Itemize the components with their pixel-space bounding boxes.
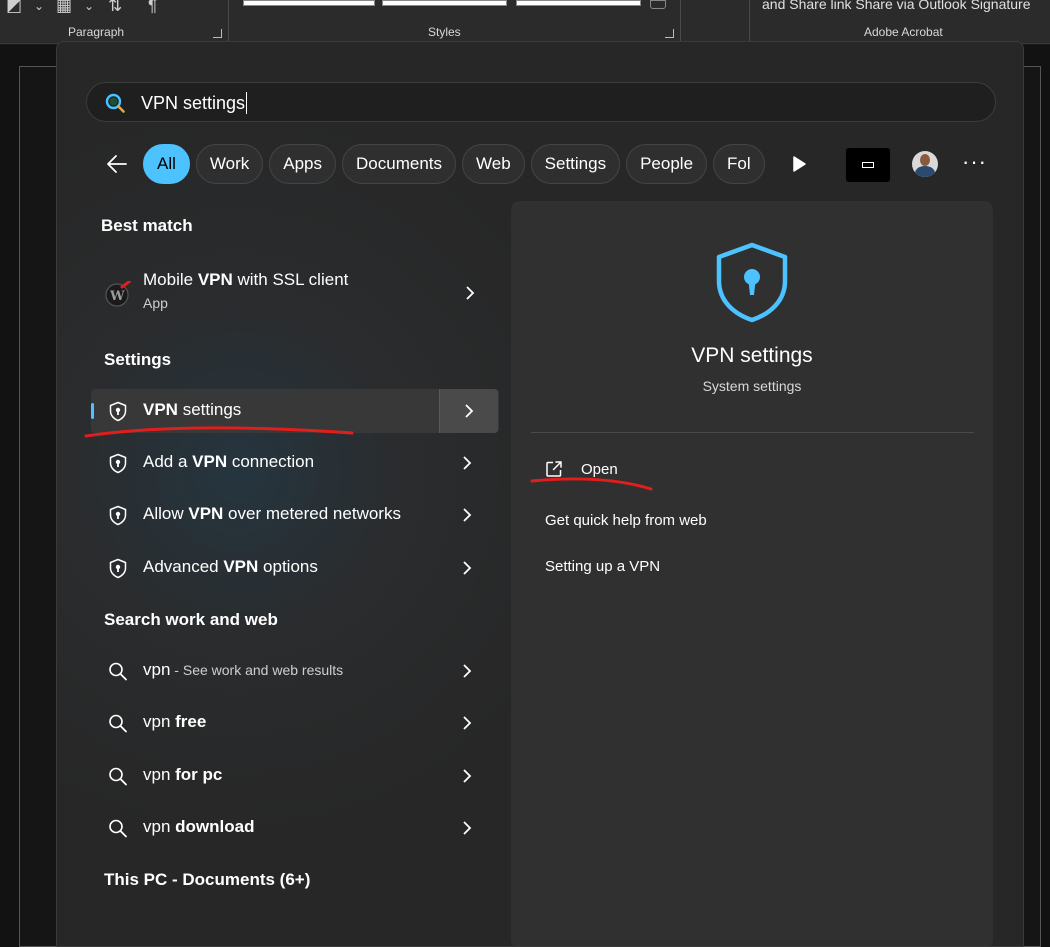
best-match-result[interactable]: W Mobile VPN with SSL client App (91, 260, 499, 326)
pilcrow-icon[interactable]: ¶ (148, 0, 157, 16)
open-external-icon (546, 461, 562, 477)
detail-divider (531, 432, 974, 433)
chevron-right-icon[interactable] (462, 455, 472, 471)
result-label: vpn - See work and web results (143, 660, 344, 679)
web-result-vpn-for-pc[interactable]: vpn for pc (91, 754, 499, 798)
open-action[interactable]: Open (581, 461, 618, 478)
filter-chip-work[interactable]: Work (195, 144, 264, 184)
filter-chip-all[interactable]: All (143, 144, 190, 184)
paragraph-group-label: Paragraph (68, 25, 125, 39)
chevron-right-icon[interactable] (462, 507, 472, 523)
search-icon (109, 767, 127, 786)
chevron-right-icon[interactable] (462, 715, 472, 731)
detail-panel: VPN settings System settings Open Get qu… (511, 201, 993, 946)
search-input[interactable]: VPN settings (86, 82, 996, 122)
style-gallery-item[interactable] (243, 0, 375, 6)
sort-icon[interactable]: ⇅ (108, 0, 122, 16)
styles-group-label: Styles (428, 25, 461, 39)
chevron-down-icon[interactable]: ⌄ (84, 0, 94, 13)
settings-result-advanced-vpn[interactable]: Advanced VPN options (91, 546, 499, 590)
acrobat-commands[interactable]: and Share link Share via Outlook Signatu… (762, 0, 1031, 12)
dialog-launcher-icon[interactable] (665, 29, 674, 38)
web-result-vpn-download[interactable]: vpn download (91, 806, 499, 850)
back-arrow-icon[interactable] (105, 152, 129, 176)
result-label: vpn free (143, 712, 207, 731)
chevron-right-icon[interactable] (465, 285, 475, 301)
web-result-vpn[interactable]: vpn - See work and web results (91, 649, 499, 693)
borders-icon[interactable]: ▦ (56, 0, 72, 16)
avatar-body (915, 166, 935, 177)
shield-icon (109, 453, 127, 474)
best-match-type: App (143, 295, 168, 311)
watchguard-app-icon: W (105, 281, 131, 307)
chevron-down-icon[interactable]: ⌄ (34, 0, 44, 13)
filter-chip-people[interactable]: People (626, 144, 708, 184)
keyboard-icon (862, 162, 874, 168)
result-label: Allow VPN over metered networks (143, 504, 401, 523)
dialog-launcher-icon[interactable] (213, 29, 222, 38)
search-flyout: VPN settings All Work Apps Documents Web… (56, 41, 1024, 947)
filter-chip-settings[interactable]: Settings (530, 144, 621, 184)
chevron-right-icon[interactable] (462, 768, 472, 784)
result-label: Advanced VPN options (143, 557, 318, 576)
settings-result-allow-vpn-metered[interactable]: Allow VPN over metered networks (91, 493, 499, 537)
selection-accent (91, 403, 94, 419)
search-icon (109, 714, 127, 733)
filter-chip-web[interactable]: Web (462, 144, 525, 184)
filter-bar: All Work Apps Documents Web Settings Peo… (57, 143, 1023, 185)
word-ribbon: ◩ ⌄ ▦ ⌄ ⇅ ¶ Paragraph Styles and Share l… (0, 0, 1050, 44)
search-icon (109, 662, 127, 681)
shield-icon (109, 558, 127, 579)
avatar-face (920, 154, 930, 166)
vpn-shield-icon (716, 242, 788, 323)
scroll-chips-play-icon[interactable] (791, 155, 807, 173)
best-match-name: Mobile VPN with SSL client (143, 270, 349, 289)
ribbon-separator (749, 0, 750, 44)
style-gallery-item[interactable] (382, 0, 507, 6)
open-details-button[interactable] (439, 389, 498, 433)
search-icon (105, 93, 125, 113)
result-label: vpn download (143, 817, 255, 836)
chevron-right-icon[interactable] (462, 663, 472, 679)
acrobat-group-label: Adobe Acrobat (864, 25, 943, 39)
result-label: vpn for pc (143, 765, 223, 784)
chevron-right-icon[interactable] (462, 560, 472, 576)
search-icon (109, 819, 127, 838)
style-gallery-item[interactable] (516, 0, 641, 6)
keyboard-button[interactable] (846, 148, 890, 182)
settings-result-vpn-settings[interactable]: VPN settings (91, 389, 499, 433)
svg-text:W: W (109, 289, 125, 304)
chevron-right-icon (465, 404, 474, 418)
filter-chips: All Work Apps Documents Web Settings Peo… (143, 143, 769, 185)
shield-icon (109, 401, 127, 422)
section-best-match: Best match (101, 216, 193, 235)
more-options-icon[interactable]: ··· (962, 151, 987, 173)
shading-icon[interactable]: ◩ (6, 0, 22, 16)
section-settings: Settings (104, 350, 172, 369)
search-query-text[interactable]: VPN settings (141, 92, 248, 114)
ribbon-separator (228, 0, 229, 44)
filter-chip-documents[interactable]: Documents (342, 144, 456, 184)
shield-icon (109, 505, 127, 526)
filter-chip-apps[interactable]: Apps (269, 144, 337, 184)
web-result-vpn-free[interactable]: vpn free (91, 701, 499, 745)
result-label: Add a VPN connection (143, 452, 315, 471)
detail-subtitle: System settings (702, 378, 802, 394)
filter-chip-folders[interactable]: Fol (713, 144, 765, 184)
setting-up-vpn-link[interactable]: Setting up a VPN (545, 558, 660, 575)
user-avatar[interactable] (912, 151, 938, 177)
ribbon-separator (680, 0, 681, 44)
chevron-right-icon[interactable] (462, 820, 472, 836)
quick-help-action[interactable]: Get quick help from web (545, 512, 707, 529)
settings-result-add-vpn[interactable]: Add a VPN connection (91, 441, 499, 485)
section-this-pc-documents[interactable]: This PC - Documents (6+) (104, 870, 310, 890)
result-label: VPN settings (143, 400, 242, 419)
section-search-work-web: Search work and web (104, 610, 278, 629)
detail-title: VPN settings (691, 344, 813, 367)
style-gallery-scroll[interactable] (650, 0, 666, 9)
